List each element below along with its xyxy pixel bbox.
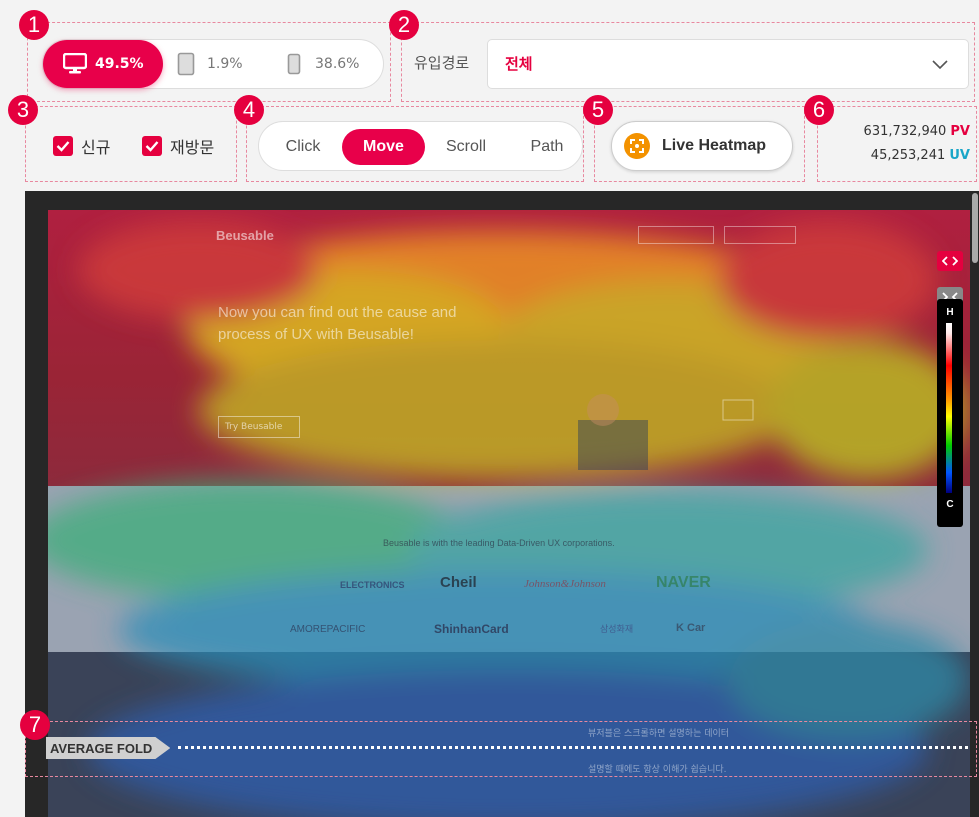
stat-pv: 631,732,940 PV	[864, 124, 970, 139]
filter-new-label: 신규	[81, 138, 111, 157]
site-cta: Try Beusable	[218, 416, 300, 438]
scale-high-label: H	[946, 307, 954, 318]
heat-scale: H C	[937, 299, 963, 527]
device-mobile[interactable]: 38.6%	[287, 40, 377, 88]
mode-selector: Click Move Scroll Path	[258, 121, 583, 171]
marker-4: 4	[234, 95, 264, 125]
partner-electronics: ELECTRONICS	[340, 580, 405, 590]
referrer-select[interactable]: 전체	[487, 39, 969, 89]
referrer-value: 전체	[505, 55, 533, 73]
site-headline-1: Now you can find out the cause and	[218, 304, 457, 321]
tab-click[interactable]: Click	[267, 129, 339, 165]
site-nav-pills	[638, 226, 714, 244]
referrer-label: 유입경로	[414, 54, 470, 72]
marker-2: 2	[389, 10, 419, 40]
live-heatmap-label: Live Heatmap	[662, 137, 767, 154]
filter-returning[interactable]: 재방문	[142, 134, 214, 158]
check-icon	[56, 141, 70, 152]
partner-shinhan: ShinhanCard	[434, 622, 509, 636]
device-tablet[interactable]: 1.9%	[177, 40, 267, 88]
tablet-icon	[177, 52, 195, 76]
partner-kcar: K Car	[676, 622, 706, 634]
average-fold-label: AVERAGE FOLD	[50, 740, 153, 756]
zoom-expand-button[interactable]	[937, 251, 963, 271]
site-headline-2: process of UX with Beusable!	[218, 326, 414, 343]
tab-scroll[interactable]: Scroll	[431, 129, 501, 165]
partner-cheil: Cheil	[440, 574, 477, 591]
device-selector: 49.5% 1.9% 38.6%	[42, 39, 384, 89]
live-icon	[624, 133, 650, 159]
site-brand: Beusable	[216, 228, 274, 243]
desktop-icon	[63, 53, 87, 74]
stats-section	[817, 106, 977, 182]
device-tablet-percent: 1.9%	[207, 56, 243, 72]
device-desktop[interactable]: 49.5%	[43, 40, 163, 88]
marker-5: 5	[583, 95, 613, 125]
marker-1: 1	[19, 10, 49, 40]
stat-uv: 45,253,241 UV	[871, 148, 970, 163]
scale-cold-label: C	[946, 499, 954, 510]
hero-illustration	[578, 394, 754, 470]
uv-value: 45,253,241	[870, 148, 946, 163]
pv-value: 631,732,940	[863, 124, 947, 139]
expand-arrows-icon	[942, 256, 958, 266]
check-icon	[145, 141, 159, 152]
chevron-down-icon	[932, 60, 948, 70]
marker-6: 6	[804, 95, 834, 125]
checkbox-new[interactable]	[53, 136, 73, 156]
vertical-scrollbar[interactable]	[972, 193, 978, 263]
filter-new[interactable]: 신규	[53, 134, 110, 158]
partner-jnj: Johnson&Johnson	[524, 578, 606, 590]
marker-7: 7	[20, 710, 50, 740]
partners-caption: Beusable is with the leading Data-Driven…	[383, 538, 615, 548]
filter-returning-label: 재방문	[170, 138, 215, 157]
tab-move[interactable]: Move	[342, 129, 425, 165]
average-fold-line	[178, 746, 968, 749]
device-mobile-percent: 38.6%	[315, 56, 360, 72]
partner-amore: AMOREPACIFIC	[290, 624, 366, 635]
live-heatmap-button[interactable]: Live Heatmap	[611, 121, 793, 171]
tab-path[interactable]: Path	[511, 129, 583, 165]
device-desktop-percent: 49.5%	[95, 56, 144, 72]
average-fold-tag: AVERAGE FOLD	[46, 737, 171, 759]
site-nav-pills-2	[724, 226, 796, 244]
mobile-icon	[287, 53, 301, 75]
uv-label: UV	[949, 148, 970, 163]
partner-samsung-fire: 삼성화재	[600, 625, 634, 635]
partner-naver: NAVER	[656, 574, 711, 591]
marker-3: 3	[8, 95, 38, 125]
pv-label: PV	[950, 124, 970, 139]
scale-gradient	[946, 323, 952, 493]
checkbox-returning[interactable]	[142, 136, 162, 156]
